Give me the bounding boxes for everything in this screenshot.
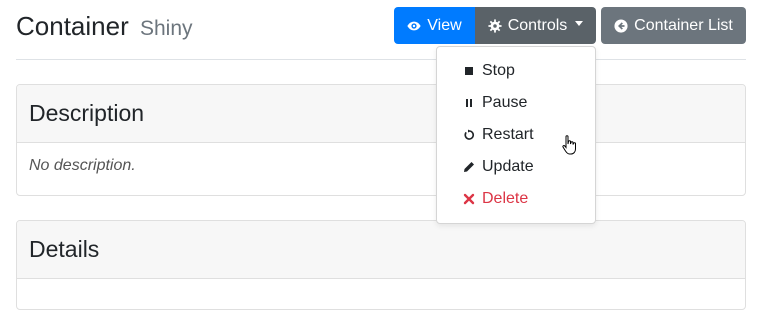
- container-name: Shiny: [139, 17, 193, 40]
- caret-down-icon: [575, 21, 584, 26]
- eye-icon: [407, 19, 421, 33]
- menu-item-label: Delete: [482, 190, 529, 207]
- menu-item-label: Stop: [482, 62, 515, 79]
- hand-cursor-icon: [562, 135, 576, 155]
- container-list-button-label: Container List: [634, 16, 733, 34]
- details-card-header: Details: [17, 221, 745, 279]
- menu-item-pause[interactable]: Pause: [437, 87, 595, 119]
- container-list-button[interactable]: Container List: [601, 7, 746, 44]
- pencil-icon: [463, 161, 475, 173]
- description-card: Description No description.: [16, 84, 746, 196]
- arrow-left-circle-icon: [614, 18, 628, 33]
- controls-button-label: Controls: [507, 16, 568, 34]
- menu-item-label: Update: [482, 158, 534, 175]
- gear-icon: [488, 18, 502, 33]
- page-title-text: Container: [16, 11, 129, 41]
- page-title: Container Shiny: [16, 10, 193, 45]
- description-text: No description.: [29, 157, 136, 174]
- pause-icon: [463, 97, 475, 109]
- view-button[interactable]: View: [394, 7, 475, 44]
- menu-item-label: Restart: [482, 126, 534, 143]
- restart-icon: [463, 129, 475, 141]
- controls-dropdown-button[interactable]: Controls: [475, 7, 596, 44]
- view-button-label: View: [427, 16, 462, 34]
- details-card: Details: [16, 220, 746, 310]
- description-card-header: Description: [17, 85, 745, 143]
- close-icon: [463, 193, 475, 205]
- menu-item-stop[interactable]: Stop: [437, 55, 595, 87]
- menu-item-label: Pause: [482, 94, 528, 111]
- menu-item-delete[interactable]: Delete: [437, 183, 595, 215]
- stop-icon: [463, 65, 475, 77]
